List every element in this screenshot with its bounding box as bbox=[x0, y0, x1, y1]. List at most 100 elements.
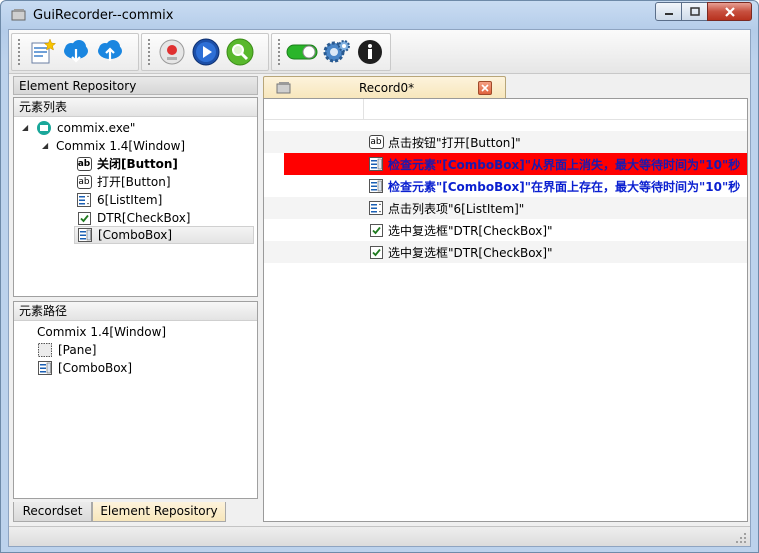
tree-item-checkbox[interactable]: DTR[CheckBox] bbox=[76, 209, 191, 227]
toolbar-grip[interactable] bbox=[148, 39, 151, 65]
step-text: 点击列表项"6[ListItem]" bbox=[388, 202, 525, 216]
app-window: GuiRecorder--commix Element Repository 元… bbox=[0, 0, 759, 553]
expand-arrow-icon[interactable]: ◢ bbox=[42, 137, 52, 155]
element-list-header: 元素列表 bbox=[14, 98, 257, 117]
maximize-icon bbox=[689, 7, 700, 16]
new-project-button[interactable] bbox=[25, 35, 59, 69]
tree-item-label: 打开[Button] bbox=[97, 175, 171, 189]
info-icon bbox=[358, 40, 382, 64]
gear-icon bbox=[323, 40, 350, 63]
tree-item-close-button[interactable]: ab 关闭[Button] bbox=[76, 155, 178, 173]
combobox-icon bbox=[368, 178, 384, 194]
cloud-download-icon bbox=[64, 40, 88, 63]
window-controls bbox=[655, 2, 752, 21]
record-list-header bbox=[264, 99, 747, 120]
tree-item-label: commix.exe" bbox=[57, 121, 136, 135]
expand-arrow-icon[interactable]: ◢ bbox=[22, 119, 32, 137]
resize-grip-icon[interactable] bbox=[735, 532, 747, 544]
settings-button[interactable] bbox=[319, 35, 353, 69]
record-step-list: ab 点击按钮"打开[Button]" 检查元素"[ComboBox]"从界面上… bbox=[263, 98, 748, 522]
about-button[interactable] bbox=[353, 35, 387, 69]
magnifier-icon bbox=[226, 38, 254, 66]
toggle-button[interactable] bbox=[285, 35, 319, 69]
tab-element-repository[interactable]: Element Repository bbox=[92, 502, 226, 522]
checkbox-icon bbox=[368, 244, 384, 260]
download-button[interactable] bbox=[59, 35, 93, 69]
combobox-icon bbox=[77, 227, 93, 243]
app-logo-icon bbox=[11, 9, 26, 21]
client-area: Element Repository 元素列表 ◢ commix.exe" ◢ … bbox=[8, 29, 751, 547]
element-path-pane: 元素路径 Commix 1.4[Window] [Pane] [ComboBox… bbox=[13, 301, 258, 499]
cloud-upload-icon bbox=[98, 40, 122, 61]
record-button[interactable] bbox=[155, 35, 189, 69]
button-icon: ab bbox=[368, 135, 384, 149]
checkbox-icon bbox=[368, 222, 384, 238]
app-icon bbox=[36, 120, 52, 136]
step-text: 点击按钮"打开[Button]" bbox=[388, 136, 521, 150]
new-document-icon bbox=[31, 38, 57, 64]
step-text: 检查元素"[ComboBox]"从界面上消失，最大等待时间为"10"秒 bbox=[388, 158, 741, 172]
close-icon bbox=[724, 6, 735, 17]
toolbar bbox=[9, 30, 750, 74]
upload-button[interactable] bbox=[93, 35, 127, 69]
path-item-combobox[interactable]: [ComboBox] bbox=[37, 359, 132, 377]
title-bar[interactable]: GuiRecorder--commix bbox=[1, 1, 758, 29]
toggle-on-icon bbox=[286, 44, 318, 60]
record-step-row-failed[interactable]: 检查元素"[ComboBox]"从界面上消失，最大等待时间为"10"秒 bbox=[264, 153, 747, 175]
minimize-button[interactable] bbox=[655, 2, 682, 21]
record-step-row[interactable]: ab 点击按钮"打开[Button]" bbox=[264, 131, 747, 153]
close-button[interactable] bbox=[707, 2, 752, 21]
toolbar-group-settings bbox=[271, 33, 391, 71]
play-button[interactable] bbox=[189, 35, 223, 69]
tree-item-label: [ComboBox] bbox=[98, 228, 173, 242]
record-tab-label: Record0* bbox=[359, 81, 415, 95]
step-text: 选中复选框"DTR[CheckBox]" bbox=[388, 246, 553, 260]
button-icon: ab bbox=[76, 175, 92, 189]
status-bar bbox=[9, 526, 750, 546]
combobox-icon bbox=[37, 360, 53, 376]
button-icon: ab bbox=[76, 157, 92, 171]
record-step-row[interactable]: 点击列表项"6[ListItem]" bbox=[264, 197, 747, 219]
record-step-row[interactable]: 检查元素"[ComboBox]"在界面上存在，最大等待时间为"10"秒 bbox=[264, 175, 747, 197]
close-tab-button[interactable] bbox=[478, 81, 492, 95]
record-step-row[interactable]: 选中复选框"DTR[CheckBox]" bbox=[264, 219, 747, 241]
tree-item-window[interactable]: ◢ Commix 1.4[Window] bbox=[42, 137, 185, 155]
toolbar-grip[interactable] bbox=[278, 39, 281, 65]
step-text: 选中复选框"DTR[CheckBox]" bbox=[388, 224, 553, 238]
maximize-button[interactable] bbox=[681, 2, 708, 21]
repository-panel-title: Element Repository bbox=[13, 76, 258, 95]
record-step-row[interactable]: 选中复选框"DTR[CheckBox]" bbox=[264, 241, 747, 263]
step-text: 检查元素"[ComboBox]"在界面上存在，最大等待时间为"10"秒 bbox=[388, 180, 741, 194]
path-item-label: Commix 1.4[Window] bbox=[37, 325, 167, 339]
record-doc-icon bbox=[276, 82, 291, 94]
tree-item-label: 关闭[Button] bbox=[97, 157, 178, 171]
element-path-header: 元素路径 bbox=[14, 302, 257, 321]
pane-icon bbox=[37, 342, 53, 358]
inspect-button[interactable] bbox=[223, 35, 257, 69]
play-icon bbox=[192, 38, 220, 66]
listitem-icon bbox=[76, 192, 92, 208]
tab-record0[interactable]: Record0* bbox=[263, 76, 506, 99]
toolbar-group-record bbox=[141, 33, 269, 71]
tree-item-label: 6[ListItem] bbox=[97, 193, 163, 207]
toolbar-grip[interactable] bbox=[18, 39, 21, 65]
tree-item-app[interactable]: ◢ commix.exe" bbox=[22, 119, 135, 137]
record-tabstrip: Record0* bbox=[263, 76, 748, 99]
path-item-window[interactable]: Commix 1.4[Window] bbox=[37, 323, 166, 341]
combobox-icon bbox=[368, 156, 384, 172]
column-divider[interactable] bbox=[363, 99, 364, 120]
record-icon bbox=[159, 39, 185, 65]
tab-recordset[interactable]: Recordset bbox=[13, 502, 92, 522]
path-item-label: [Pane] bbox=[58, 343, 97, 357]
tree-item-label: DTR[CheckBox] bbox=[97, 211, 191, 225]
window-title: GuiRecorder--commix bbox=[33, 8, 174, 23]
minimize-icon bbox=[664, 12, 673, 15]
path-item-pane[interactable]: [Pane] bbox=[37, 341, 96, 359]
path-item-label: [ComboBox] bbox=[58, 361, 133, 375]
tree-item-open-button[interactable]: ab 打开[Button] bbox=[76, 173, 171, 191]
tree-item-combobox[interactable]: [ComboBox] bbox=[74, 226, 254, 244]
checkbox-icon bbox=[76, 210, 92, 226]
close-icon bbox=[481, 84, 489, 92]
toolbar-group-file bbox=[11, 33, 139, 71]
tree-item-listitem[interactable]: 6[ListItem] bbox=[76, 191, 162, 209]
